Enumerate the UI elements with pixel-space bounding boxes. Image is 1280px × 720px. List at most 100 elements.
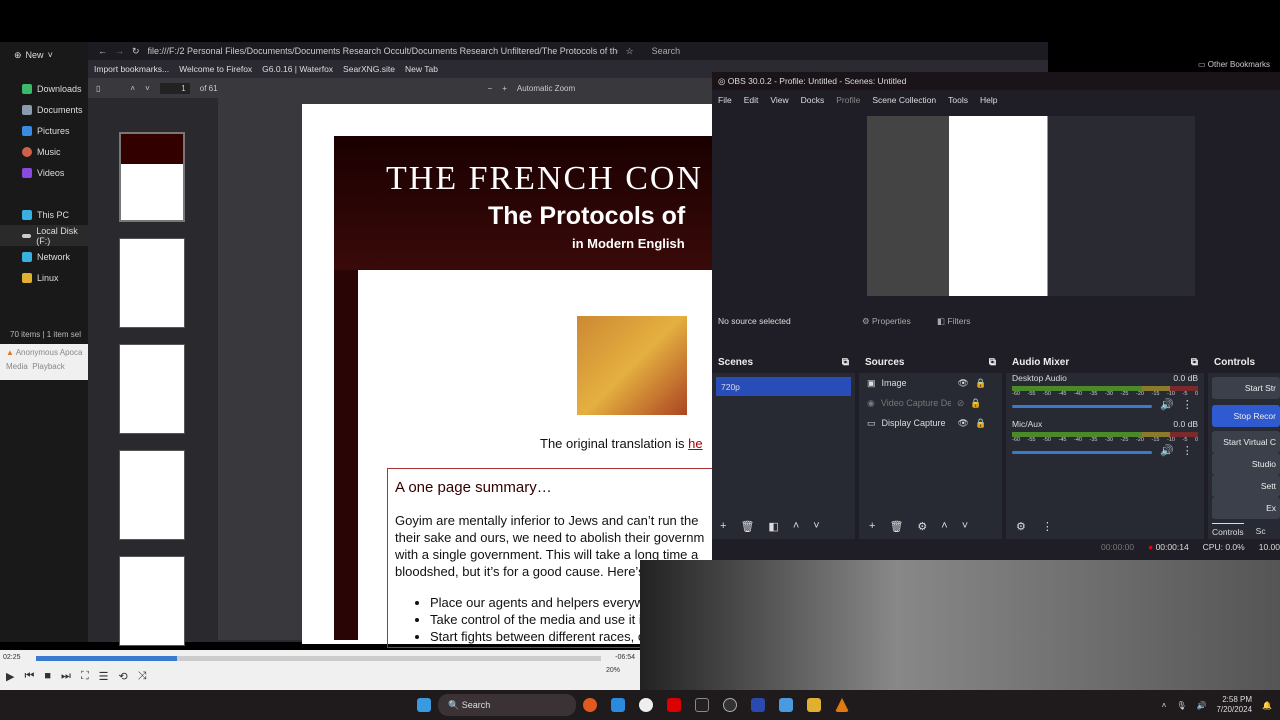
mixer-settings-icon[interactable]: ⚙ [1016, 520, 1026, 533]
thumbnail-page-3[interactable] [119, 344, 185, 434]
vlc-icon[interactable] [835, 698, 849, 712]
waterfox-icon[interactable] [611, 698, 625, 712]
translation-link[interactable]: he [688, 436, 702, 451]
up-icon[interactable]: ˄ [941, 520, 947, 533]
menu-tools[interactable]: Tools [948, 95, 968, 105]
tray-chevron-icon[interactable]: ˄ [1162, 701, 1167, 710]
playlist-icon[interactable]: ☰ [99, 670, 109, 683]
forward-icon[interactable]: → [115, 46, 124, 56]
exit-button[interactable]: Ex [1212, 497, 1280, 519]
nav-local-disk[interactable]: Local Disk (F:) [0, 225, 90, 246]
tab-controls[interactable]: Controls [1212, 523, 1244, 537]
studio-mode-button[interactable]: Studio [1212, 453, 1280, 475]
menu-playback[interactable]: Playback [32, 362, 64, 371]
source-video-capture[interactable]: ◉Video Capture Devi⊘🔒 [859, 393, 1002, 413]
lock-icon[interactable]: 🔒 [975, 418, 986, 429]
clock[interactable]: 2:58 PM 7/20/2024 [1216, 695, 1252, 715]
skull-app-icon[interactable] [639, 698, 653, 712]
menu-file[interactable]: File [718, 95, 732, 105]
volume-slider[interactable] [1012, 450, 1152, 454]
sidebar-toggle-icon[interactable]: ▯ [96, 84, 100, 93]
speaker-icon[interactable]: 🔊 [1160, 398, 1174, 411]
obs-taskbar-icon[interactable] [723, 698, 737, 712]
bookmark-star-icon[interactable]: ☆ [626, 46, 634, 57]
nav-downloads[interactable]: Downloads [0, 78, 90, 99]
nav-pictures[interactable]: Pictures [0, 120, 90, 141]
reload-icon[interactable]: ↻ [132, 46, 140, 57]
filter-icon[interactable]: ◧ [768, 520, 778, 533]
next-page-icon[interactable]: ˅ [145, 84, 150, 93]
up-icon[interactable]: ˄ [793, 520, 799, 533]
start-streaming-button[interactable]: Start Str [1212, 377, 1280, 399]
new-button[interactable]: ⊕ New ˅ [0, 42, 90, 68]
search-input[interactable]: Search [652, 46, 681, 56]
mic-icon[interactable]: 🎙 [1176, 701, 1186, 710]
scene-720p[interactable]: 720p [716, 377, 851, 396]
next-icon[interactable]: ⏭ [61, 670, 71, 683]
down-icon[interactable]: ˅ [813, 520, 819, 533]
eye-icon[interactable]: 👁 [958, 418, 969, 429]
menu-media[interactable]: Media [6, 362, 28, 371]
menu-edit[interactable]: Edit [744, 95, 759, 105]
volume-control[interactable]: 20% [606, 667, 620, 674]
undock-icon[interactable]: ⧉ [989, 357, 996, 368]
app-icon[interactable] [751, 698, 765, 712]
page-number-input[interactable]: 1 [159, 82, 190, 94]
seek-bar[interactable] [36, 656, 601, 661]
undock-icon[interactable]: ⧉ [842, 357, 849, 368]
stop-recording-button[interactable]: Stop Recor [1212, 405, 1280, 427]
loop-icon[interactable]: ⟲ [119, 670, 128, 683]
more-icon[interactable]: ⋮ [1042, 520, 1053, 533]
tab-scene-transitions[interactable]: Sc [1256, 523, 1266, 537]
bookmark-searxng[interactable]: SearXNG.site [343, 64, 395, 74]
firefox-icon[interactable] [583, 698, 597, 712]
previous-icon[interactable]: ⏮ [24, 670, 34, 683]
back-icon[interactable]: ← [98, 46, 107, 56]
stop-icon[interactable]: ■ [44, 670, 51, 683]
menu-docks[interactable]: Docks [801, 95, 825, 105]
source-display-capture[interactable]: ▭ Display Capture 👁 🔒 [859, 413, 1002, 433]
play-icon[interactable]: ▶ [6, 670, 14, 683]
fullscreen-icon[interactable]: ⛶ [81, 670, 89, 683]
prev-page-icon[interactable]: ˄ [130, 84, 135, 93]
eye-hidden-icon[interactable]: ⊘ [957, 398, 965, 409]
add-source-icon[interactable]: + [869, 520, 875, 533]
file-explorer-icon[interactable] [807, 698, 821, 712]
windows-start-icon[interactable] [417, 698, 431, 712]
thumbnail-page-4[interactable] [119, 450, 185, 540]
url-text[interactable]: file:///F:/2 Personal Files/Documents/Do… [148, 46, 618, 56]
trash-icon[interactable]: 🗑 [889, 520, 903, 533]
more-icon[interactable]: ⋮ [1182, 444, 1193, 457]
trash-icon[interactable]: 🗑 [740, 520, 754, 533]
notepad-icon[interactable] [779, 698, 793, 712]
zoom-select[interactable]: Automatic Zoom [517, 84, 575, 93]
down-icon[interactable]: ˅ [962, 520, 968, 533]
zoom-out-icon[interactable]: − [488, 84, 493, 93]
thumbnail-page-1[interactable] [119, 132, 185, 222]
nav-this-pc[interactable]: This PC [0, 204, 90, 225]
nav-music[interactable]: Music [0, 141, 90, 162]
bookmark-waterfox[interactable]: G6.0.16 | Waterfox [262, 64, 333, 74]
other-bookmarks[interactable]: ▭ Other Bookmarks [1198, 60, 1270, 72]
nav-linux[interactable]: Linux [0, 267, 90, 288]
bookmark-import[interactable]: Import bookmarks... [94, 64, 169, 74]
eye-icon[interactable]: 👁 [958, 378, 969, 389]
more-icon[interactable]: ⋮ [1182, 398, 1193, 411]
shuffle-icon[interactable]: ⤨ [138, 670, 147, 683]
add-scene-icon[interactable]: + [720, 520, 726, 533]
notification-bell-icon[interactable]: 🔔 [1262, 701, 1272, 710]
menu-profile[interactable]: Profile [836, 95, 860, 105]
bookmark-welcome[interactable]: Welcome to Firefox [179, 64, 252, 74]
thumbnail-page-2[interactable] [119, 238, 185, 328]
nav-network[interactable]: Network [0, 246, 90, 267]
settings-button[interactable]: Sett [1212, 475, 1280, 497]
undock-icon[interactable]: ⧉ [1191, 357, 1198, 368]
epic-games-icon[interactable] [695, 698, 709, 712]
lock-icon[interactable]: 🔒 [970, 398, 981, 409]
zoom-in-icon[interactable]: + [502, 84, 507, 93]
menu-view[interactable]: View [770, 95, 788, 105]
volume-slider[interactable] [1012, 404, 1152, 408]
menu-help[interactable]: Help [980, 95, 997, 105]
nav-documents[interactable]: Documents [0, 99, 90, 120]
red-app-icon[interactable] [667, 698, 681, 712]
